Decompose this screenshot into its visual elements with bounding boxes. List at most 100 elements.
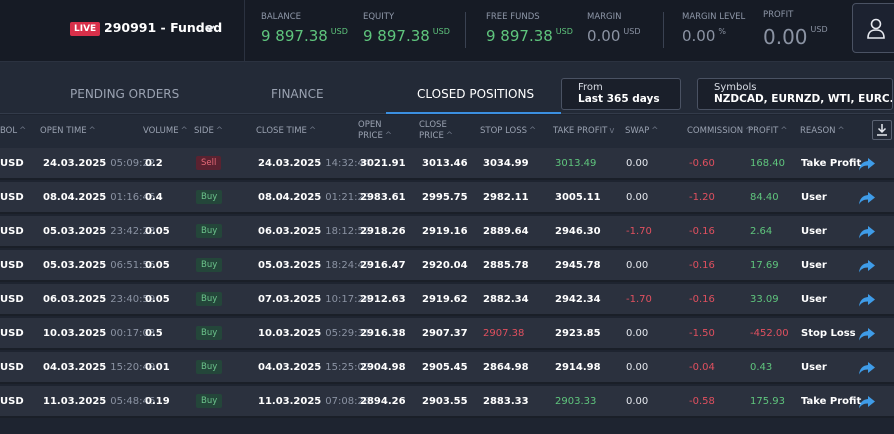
share-icon[interactable] [858, 360, 876, 376]
account-selector[interactable]: LIVE 290991 - Funded [0, 0, 245, 61]
chevron-down-icon [205, 25, 215, 32]
col-take-profit[interactable]: TAKE PROFIT v [553, 126, 614, 137]
symbol-cell: USD [0, 260, 24, 271]
equity-value: 9 897.38 USD [363, 27, 450, 45]
open-price-cell: 2983.61 [360, 192, 406, 203]
col-close-price[interactable]: CLOSE PRICE ^ [419, 120, 453, 142]
volume-cell: 0.4 [145, 192, 163, 203]
table-row[interactable]: USD 05.03.2025 06:51:56 0.05 Buy 05.03.2025 18… [0, 250, 894, 282]
close-price-cell: 2919.16 [422, 226, 468, 237]
col-open-price[interactable]: OPEN PRICE ^ [358, 120, 392, 142]
swap-cell: -1.70 [626, 294, 652, 305]
tab-closed-positions[interactable]: CLOSED POSITIONS [417, 87, 534, 101]
reason-cell: Take Profit [801, 158, 862, 169]
col-symbol[interactable]: BOL ^ [0, 126, 26, 137]
col-open-time[interactable]: OPEN TIME ^ [40, 126, 96, 137]
symbol-cell: USD [0, 192, 24, 203]
table-row[interactable]: USD 24.03.2025 05:09:22 0.2 Sell 24.03.2025 14… [0, 148, 894, 180]
close-price-cell: 2995.75 [422, 192, 468, 203]
account-topbar: LIVE 290991 - Funded BALANCE 9 897.38 USD… [0, 0, 894, 62]
commission-cell: -0.04 [689, 362, 715, 373]
profit-cell: 17.69 [750, 260, 779, 271]
share-icon[interactable] [858, 190, 876, 206]
col-swap[interactable]: SWAP ^ [625, 126, 658, 137]
side-badge: Buy [196, 224, 223, 238]
volume-cell: 0.05 [145, 294, 170, 305]
close-price-cell: 2905.45 [422, 362, 468, 373]
close-time-cell: 10.03.2025 05:29:31 [258, 328, 371, 339]
stop-loss-cell: 2889.64 [483, 226, 529, 237]
table-row[interactable]: USD 05.03.2025 23:42:28 0.05 Buy 06.03.2025 18… [0, 216, 894, 248]
active-tab-indicator [386, 112, 561, 114]
close-time-cell: 04.03.2025 15:25:07 [258, 362, 371, 373]
col-reason[interactable]: REASON ^ [800, 126, 845, 137]
side-badge: Buy [196, 326, 223, 340]
open-time-cell: 04.03.2025 15:20:49 [43, 362, 156, 373]
balance-value: 9 897.38 USD [261, 27, 348, 45]
open-time-cell: 11.03.2025 05:48:46 [43, 396, 156, 407]
user-menu-button[interactable] [852, 3, 894, 53]
profit-value: 0.00 USD [763, 25, 828, 49]
share-icon[interactable] [858, 326, 876, 342]
symbol-cell: USD [0, 158, 24, 169]
reason-cell: User [801, 362, 827, 373]
close-time-cell: 07.03.2025 10:17:24 [258, 294, 371, 305]
margin-level-value: 0.00% [682, 27, 727, 45]
reason-cell: User [801, 192, 827, 203]
share-icon[interactable] [858, 156, 876, 172]
commission-cell: -1.50 [689, 328, 715, 339]
table-row[interactable]: USD 10.03.2025 00:17:03 0.5 Buy 10.03.2025 05:… [0, 318, 894, 350]
table-row[interactable]: USD 11.03.2025 05:48:46 0.19 Buy 11.03.2025 07… [0, 386, 894, 418]
user-icon [867, 18, 885, 39]
col-commission[interactable]: COMMISSION ^ [687, 126, 752, 137]
profit-label: PROFIT [763, 10, 794, 20]
stop-loss-cell: 2883.33 [483, 396, 529, 407]
table-row[interactable]: USD 08.04.2025 01:16:46 0.4 Buy 08.04.2025 01:… [0, 182, 894, 214]
free-funds-value: 9 897.38 USD [486, 27, 573, 45]
close-price-cell: 2907.37 [422, 328, 468, 339]
take-profit-cell: 2945.78 [555, 260, 601, 271]
col-volume[interactable]: VOLUME ^ [143, 126, 188, 137]
side-badge: Buy [196, 190, 223, 204]
profit-cell: 2.64 [750, 226, 773, 237]
commission-cell: -0.16 [689, 294, 715, 305]
col-side[interactable]: SIDE ^ [194, 126, 223, 137]
share-icon[interactable] [858, 394, 876, 410]
table-header: BOL ^ OPEN TIME ^ VOLUME ^ SIDE ^ CLOSE TIME… [0, 115, 894, 148]
share-icon[interactable] [858, 224, 876, 240]
swap-cell: 0.00 [626, 396, 649, 407]
download-button[interactable] [872, 120, 892, 140]
symbols-filter[interactable]: Symbols NZDCAD, EURNZD, WTI, EURC... [697, 78, 893, 110]
from-filter[interactable]: From Last 365 days [561, 78, 681, 110]
symbols-filter-label: Symbols [714, 82, 757, 93]
volume-cell: 0.5 [145, 328, 163, 339]
table-row[interactable]: USD 06.03.2025 23:40:59 0.05 Buy 07.03.2025 10… [0, 284, 894, 316]
share-icon[interactable] [858, 258, 876, 274]
take-profit-cell: 3013.49 [555, 158, 597, 169]
symbol-cell: USD [0, 226, 24, 237]
close-time-cell: 08.04.2025 01:21:23 [258, 192, 371, 203]
col-profit[interactable]: PROFIT ^ [748, 126, 787, 137]
symbol-cell: USD [0, 362, 24, 373]
table-row[interactable]: USD 04.03.2025 15:20:49 0.01 Buy 04.03.2025 15… [0, 352, 894, 384]
tab-pending-orders[interactable]: PENDING ORDERS [70, 87, 179, 101]
swap-cell: 0.00 [626, 260, 649, 271]
side-badge: Buy [196, 394, 223, 408]
commission-cell: -0.16 [689, 260, 715, 271]
metric-divider [663, 12, 664, 48]
commission-cell: -1.20 [689, 192, 715, 203]
open-price-cell: 2894.26 [360, 396, 406, 407]
commission-cell: -0.16 [689, 226, 715, 237]
side-badge: Buy [196, 292, 223, 306]
share-icon[interactable] [858, 292, 876, 308]
open-time-cell: 24.03.2025 05:09:22 [43, 158, 156, 169]
col-stop-loss[interactable]: STOP LOSS ^ [480, 126, 536, 137]
metric-divider [465, 12, 466, 48]
swap-cell: -1.70 [626, 226, 652, 237]
take-profit-cell: 2914.98 [555, 362, 601, 373]
tab-finance[interactable]: FINANCE [271, 87, 324, 101]
swap-cell: 0.00 [626, 158, 649, 169]
col-close-time[interactable]: CLOSE TIME ^ [256, 126, 316, 137]
from-filter-value: Last 365 days [578, 93, 660, 105]
reason-cell: User [801, 260, 827, 271]
